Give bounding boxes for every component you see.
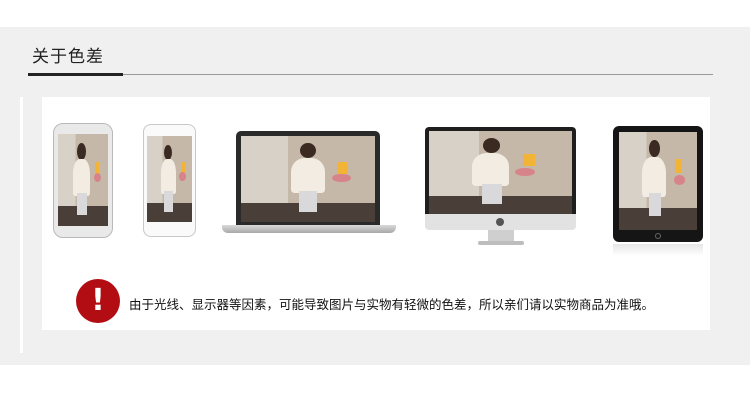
title-underline <box>28 73 123 76</box>
product-photo <box>241 136 375 222</box>
monitor-chin <box>425 214 576 230</box>
laptop-device <box>236 131 380 225</box>
exclamation-icon: ! <box>76 279 120 323</box>
product-photo <box>58 134 108 226</box>
left-accent-bar <box>20 97 23 353</box>
tablet-reflection <box>613 244 703 256</box>
monitor-stand <box>488 230 514 241</box>
color-difference-notice: 由于光线、显示器等因素，可能导致图片与实物有轻微的色差，所以亲们请以实物商品为准… <box>129 297 655 312</box>
smartphone-1-device <box>53 123 113 238</box>
monitor-foot <box>478 241 524 245</box>
smartphone-2-device <box>143 124 196 237</box>
product-photo <box>147 136 192 222</box>
title-divider <box>123 74 713 75</box>
laptop-base <box>222 225 396 233</box>
tablet-device <box>613 126 703 242</box>
section-title: 关于色差 <box>32 47 104 67</box>
home-button-icon <box>655 233 661 239</box>
apple-logo-icon <box>496 218 504 226</box>
product-photo <box>619 132 697 230</box>
product-photo <box>429 131 572 214</box>
